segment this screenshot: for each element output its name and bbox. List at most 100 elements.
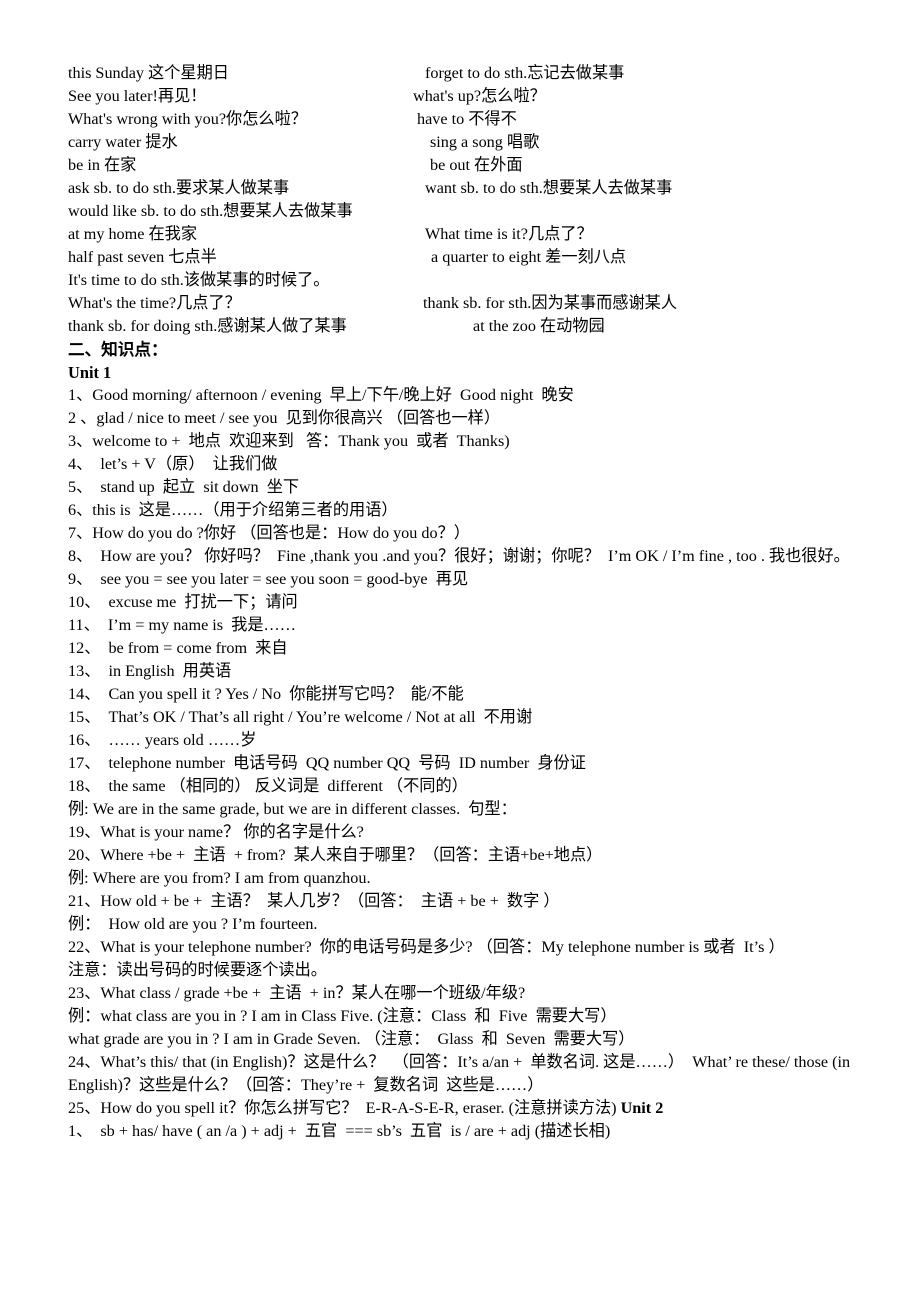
knowledge-point-text: 注意：读出号码的时候要逐个读出。 <box>68 961 327 979</box>
phrase-right: want sb. to do sth.想要某人去做某事 <box>425 179 673 197</box>
knowledge-point: 22、What is your telephone number? 你的电话号码… <box>68 936 880 959</box>
knowledge-point-text: 20、Where +be + 主语 + from? 某人来自于哪里？（回答：主语… <box>68 846 603 864</box>
knowledge-point-text: 1、 sb + has/ have ( an /a ) + adj + 五官 =… <box>68 1122 611 1140</box>
phrase-row: this Sunday 这个星期日 forget to do sth.忘记去做某事 <box>68 62 880 85</box>
phrase-right: thank sb. for sth.因为某事而感谢某人 <box>423 294 678 312</box>
phrase-left: thank sb. for doing sth.感谢某人做了某事 <box>68 317 347 335</box>
knowledge-point: 12、 be from = come from 来自 <box>68 637 880 660</box>
knowledge-point-text: 16、 …… years old ……岁 <box>68 731 257 749</box>
phrase-row: carry water 提水 sing a song 唱歌 <box>68 131 880 154</box>
knowledge-point: 18、 the same （相同的） 反义词是 different （不同的） <box>68 775 880 798</box>
knowledge-point-text: 例：what class are you in ? I am in Class … <box>68 1007 617 1025</box>
knowledge-point-text: 3、welcome to + 地点 欢迎来到 答：Thank you 或者 Th… <box>68 432 510 450</box>
knowledge-point: 13、 in English 用英语 <box>68 660 880 683</box>
phrase-left: ask sb. to do sth.要求某人做某事 <box>68 179 290 197</box>
document-body: this Sunday 这个星期日 forget to do sth.忘记去做某事… <box>68 62 880 1143</box>
knowledge-point: 11、 I’m = my name is 我是…… <box>68 614 880 637</box>
knowledge-point: 19、What is your name？ 你的名字是什么? <box>68 821 880 844</box>
knowledge-points-list: 1、Good morning/ afternoon / evening 早上/下… <box>68 384 880 1143</box>
knowledge-point-text: 例: We are in the same grade, but we are … <box>68 800 517 818</box>
phrase-left: carry water 提水 <box>68 133 178 151</box>
phrase-row: would like sb. to do sth.想要某人去做某事 <box>68 200 880 223</box>
phrase-left: at my home 在我家 <box>68 225 198 243</box>
knowledge-point: 注意：读出号码的时候要逐个读出。 <box>68 959 880 982</box>
knowledge-point-text: 15、 That’s OK / That’s all right / You’r… <box>68 708 533 726</box>
knowledge-point: 20、Where +be + 主语 + from? 某人来自于哪里？（回答：主语… <box>68 844 880 867</box>
phrase-right: What time is it?几点了？ <box>425 225 593 243</box>
knowledge-point: 5、 stand up 起立 sit down 坐下 <box>68 476 880 499</box>
knowledge-point-text: 25、How do you spell it？你怎么拼写它？ E-R-A-S-E… <box>68 1099 621 1117</box>
knowledge-point-text: 12、 be from = come from 来自 <box>68 639 288 657</box>
knowledge-point: 7、How do you do ?你好 （回答也是：How do you do？… <box>68 522 880 545</box>
knowledge-point-text: 18、 the same （相同的） 反义词是 different （不同的） <box>68 777 468 795</box>
phrase-left: It's time to do sth.该做某事的时候了。 <box>68 271 330 289</box>
knowledge-point: 例：what class are you in ? I am in Class … <box>68 1005 880 1028</box>
phrase-row: See you later!再见！ what's up?怎么啦？ <box>68 85 880 108</box>
phrase-row: It's time to do sth.该做某事的时候了。 <box>68 269 880 292</box>
knowledge-point: 8、 How are you？ 你好吗？ Fine ,thank you .an… <box>68 545 880 568</box>
unit-heading: Unit 1 <box>68 363 112 382</box>
knowledge-point: 例: Where are you from? I am from quanzho… <box>68 867 880 890</box>
knowledge-point: 21、How old + be + 主语？ 某人几岁？（回答： 主语 + be … <box>68 890 880 913</box>
phrase-row: What's the time?几点了？ thank sb. for sth.因为… <box>68 292 880 315</box>
phrase-left: would like sb. to do sth.想要某人去做某事 <box>68 202 353 220</box>
knowledge-point-text: 9、 see you = see you later = see you soo… <box>68 570 469 588</box>
phrase-left: be in 在家 <box>68 156 137 174</box>
knowledge-point-text: 14、 Can you spell it ? Yes / No 你能拼写它吗？ … <box>68 685 464 703</box>
knowledge-point: 6、this is 这是……（用于介绍第三者的用语） <box>68 499 880 522</box>
knowledge-point: 10、 excuse me 打扰一下；请问 <box>68 591 880 614</box>
knowledge-point: 23、What class / grade +be + 主语 + in？某人在哪… <box>68 982 880 1005</box>
phrase-left: What's wrong with you?你怎么啦？ <box>68 110 307 128</box>
knowledge-point: 17、 telephone number 电话号码 QQ number QQ 号… <box>68 752 880 775</box>
phrase-right: what's up?怎么啦？ <box>413 87 546 105</box>
knowledge-point: 例: We are in the same grade, but we are … <box>68 798 880 821</box>
knowledge-point-text: 21、How old + be + 主语？ 某人几岁？（回答： 主语 + be … <box>68 892 560 910</box>
phrase-right: at the zoo 在动物园 <box>473 317 605 335</box>
phrase-row: What's wrong with you?你怎么啦？ have to 不得不 <box>68 108 880 131</box>
phrase-row: ask sb. to do sth.要求某人做某事 want sb. to do … <box>68 177 880 200</box>
phrase-right: sing a song 唱歌 <box>430 133 540 151</box>
knowledge-point: 4、 let’s + V（原） 让我们做 <box>68 453 880 476</box>
knowledge-point-text: 11、 I’m = my name is 我是…… <box>68 616 296 634</box>
phrase-row: be in 在家 be out 在外面 <box>68 154 880 177</box>
inline-unit-heading: Unit 2 <box>620 1099 664 1117</box>
knowledge-point-text: 24、What’s this/ that (in English)？这是什么？ … <box>68 1053 855 1094</box>
knowledge-point-text: 例： How old are you ? I’m fourteen. <box>68 915 318 933</box>
knowledge-point: what grade are you in ? I am in Grade Se… <box>68 1028 880 1051</box>
phrase-right: a quarter to eight 差一刻八点 <box>431 248 627 266</box>
knowledge-point: 1、 sb + has/ have ( an /a ) + adj + 五官 =… <box>68 1120 880 1143</box>
knowledge-point: 14、 Can you spell it ? Yes / No 你能拼写它吗？ … <box>68 683 880 706</box>
knowledge-point-text: 22、What is your telephone number? 你的电话号码… <box>68 938 785 956</box>
knowledge-point-text: 17、 telephone number 电话号码 QQ number QQ 号… <box>68 754 586 772</box>
knowledge-point-text: 5、 stand up 起立 sit down 坐下 <box>68 478 300 496</box>
phrase-left: What's the time?几点了？ <box>68 294 241 312</box>
document-page: this Sunday 这个星期日 forget to do sth.忘记去做某事… <box>0 0 920 1303</box>
knowledge-point: 3、welcome to + 地点 欢迎来到 答：Thank you 或者 Th… <box>68 430 880 453</box>
phrase-left: See you later!再见！ <box>68 87 207 105</box>
knowledge-point-text: 7、How do you do ?你好 （回答也是：How do you do？… <box>68 524 470 542</box>
knowledge-point-text: 6、this is 这是……（用于介绍第三者的用语） <box>68 501 398 519</box>
phrase-list: this Sunday 这个星期日 forget to do sth.忘记去做某事… <box>68 62 880 338</box>
knowledge-point-text: 19、What is your name？ 你的名字是什么? <box>68 823 364 841</box>
phrase-right: have to 不得不 <box>417 110 517 128</box>
knowledge-point-text: 13、 in English 用英语 <box>68 662 232 680</box>
knowledge-point-text: 1、Good morning/ afternoon / evening 早上/下… <box>68 386 574 404</box>
phrase-left: half past seven 七点半 <box>68 248 217 266</box>
knowledge-point: 24、What’s this/ that (in English)？这是什么？ … <box>68 1051 880 1097</box>
knowledge-point: 1、Good morning/ afternoon / evening 早上/下… <box>68 384 880 407</box>
phrase-row: half past seven 七点半 a quarter to eight 差一… <box>68 246 880 269</box>
knowledge-point-text: what grade are you in ? I am in Grade Se… <box>68 1030 635 1048</box>
knowledge-point: 9、 see you = see you later = see you soo… <box>68 568 880 591</box>
knowledge-point-text: 2 、glad / nice to meet / see you 见到你很高兴 … <box>68 409 501 427</box>
phrase-row: at my home 在我家 What time is it?几点了？ <box>68 223 880 246</box>
phrase-right: forget to do sth.忘记去做某事 <box>425 64 625 82</box>
section-heading: 二、知识点： <box>68 340 168 359</box>
phrase-row: thank sb. for doing sth.感谢某人做了某事 at the z… <box>68 315 880 338</box>
knowledge-point: 16、 …… years old ……岁 <box>68 729 880 752</box>
knowledge-point: 25、How do you spell it？你怎么拼写它？ E-R-A-S-E… <box>68 1097 880 1120</box>
phrase-right: be out 在外面 <box>430 156 523 174</box>
knowledge-point-text: 例: Where are you from? I am from quanzho… <box>68 869 371 887</box>
knowledge-point-text: 10、 excuse me 打扰一下；请问 <box>68 593 298 611</box>
phrase-left: this Sunday 这个星期日 <box>68 64 229 82</box>
knowledge-point-text: 4、 let’s + V（原） 让我们做 <box>68 455 278 473</box>
